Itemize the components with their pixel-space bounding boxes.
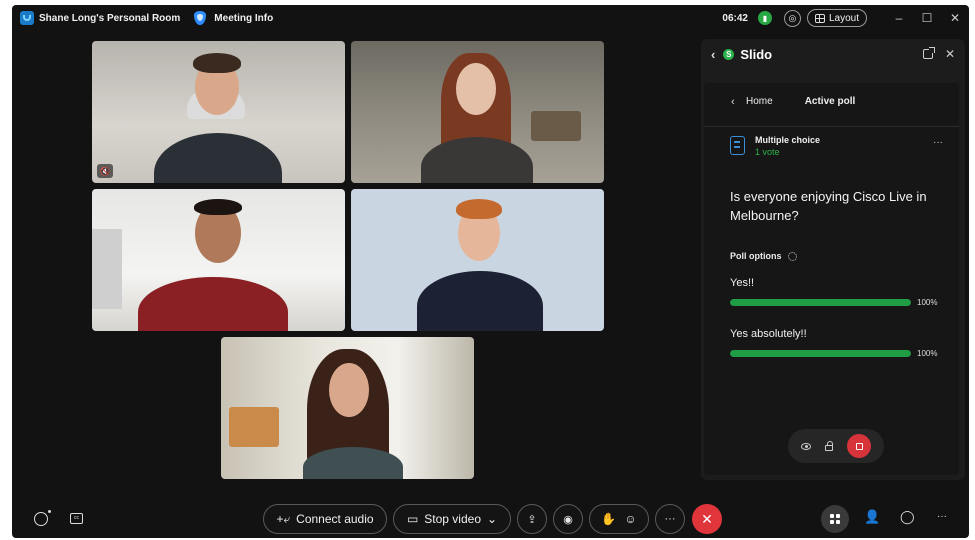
participant-body	[417, 271, 543, 331]
slido-title: Slido	[740, 46, 773, 62]
stop-video-button[interactable]: ▭ Stop video ⌄	[393, 504, 511, 534]
participant-body	[303, 447, 403, 479]
video-tile-4[interactable]	[351, 189, 604, 331]
chat-icon[interactable]: ◯	[900, 509, 915, 525]
connect-audio-button[interactable]: +⤶ Connect audio	[263, 504, 387, 534]
poll-options-label: Poll options	[730, 251, 782, 261]
video-tile-2[interactable]	[351, 41, 604, 183]
participant-hair	[456, 199, 502, 219]
muted-icon: 🔇	[97, 164, 113, 178]
poll-option-fill	[730, 350, 911, 357]
minimize-icon[interactable]: –	[885, 11, 913, 25]
layout-grid-icon	[814, 13, 825, 23]
meeting-info-link[interactable]: Meeting Info	[214, 13, 273, 24]
video-tile-5[interactable]	[221, 337, 474, 479]
poll-option-label: Yes!!	[730, 277, 755, 289]
meeting-time: 06:42	[722, 12, 748, 24]
emoji-reactions-icon[interactable]: ☺	[624, 512, 636, 526]
breadcrumb-home[interactable]: Home	[746, 96, 773, 107]
slido-content: ‹ Home Active poll Multiple choice 1 vot…	[704, 83, 959, 475]
multiple-choice-icon	[730, 136, 745, 155]
poll-option-bar	[730, 350, 911, 357]
poll-option-label: Yes absolutely!!	[730, 328, 807, 340]
eye-icon[interactable]	[801, 442, 811, 450]
participant-body	[138, 277, 288, 331]
poll-type: Multiple choice	[755, 135, 821, 145]
audio-icon[interactable]: ◎	[783, 9, 801, 27]
poll-more-options-icon[interactable]: ···	[933, 137, 943, 148]
breadcrumb: ‹ Home Active poll	[704, 83, 959, 120]
title-bar: Shane Long's Personal Room Meeting Info …	[12, 5, 969, 31]
participant-body	[154, 133, 282, 183]
participant-head	[456, 63, 496, 115]
breadcrumb-active-poll: Active poll	[804, 96, 856, 107]
background-chairs	[229, 407, 279, 447]
shield-icon[interactable]	[194, 11, 207, 25]
settings-gear-icon[interactable]	[787, 251, 797, 261]
layout-label: Layout	[828, 12, 859, 24]
maximize-icon[interactable]: ☐	[913, 11, 941, 25]
vote-count: 1 vote	[755, 147, 780, 157]
video-tile-3[interactable]	[92, 189, 345, 331]
share-screen-icon[interactable]: ⇪	[517, 504, 547, 534]
layout-button[interactable]: Layout	[806, 9, 867, 27]
title-bar-right: 06:42 ▮ ◎ Layout – ☐ ✕	[722, 5, 969, 31]
stop-video-label: Stop video	[424, 512, 481, 526]
signal-icon[interactable]: ▮	[757, 11, 772, 25]
close-icon[interactable]: ✕	[941, 11, 969, 25]
poll-option-1: Yes!! 100%	[730, 277, 950, 307]
participant-hair	[194, 199, 242, 215]
poll-controls	[788, 429, 884, 463]
connect-audio-label: Connect audio	[296, 512, 374, 526]
reactions-group: ✋ ☺	[589, 504, 649, 534]
poll-option-fill	[730, 299, 911, 306]
apps-grid-icon	[830, 514, 840, 524]
poll-question: Is everyone enjoying Cisco Live in Melbo…	[730, 189, 927, 223]
connect-audio-icon: +⤶	[276, 511, 291, 526]
poll-option-percent: 100%	[917, 349, 938, 358]
more-options-button[interactable]: ···	[655, 504, 685, 534]
poll-options-header: Poll options	[730, 251, 797, 261]
apps-button[interactable]	[821, 505, 849, 533]
raise-hand-icon[interactable]: ✋	[601, 512, 616, 526]
participant-body	[421, 137, 533, 183]
closed-captions-icon[interactable]: cc	[70, 513, 83, 524]
chevron-left-icon[interactable]: ‹	[731, 96, 735, 108]
slido-header-actions: ✕	[922, 39, 955, 69]
slido-panel: ‹ S Slido ✕ ‹ Home Active poll Multiple …	[701, 39, 965, 480]
background-effects-icon[interactable]	[34, 510, 51, 526]
meeting-controls: cc +⤶ Connect audio ▭ Stop video ⌄ ⇪ ◉ ✋…	[12, 500, 969, 538]
webex-meeting-window: Shane Long's Personal Room Meeting Info …	[12, 5, 969, 538]
close-panel-icon[interactable]: ✕	[945, 47, 955, 61]
divider	[704, 126, 959, 127]
poll-option-2: Yes absolutely!! 100%	[730, 328, 950, 358]
participant-head	[329, 363, 369, 417]
poll-option-bar	[730, 299, 911, 306]
slido-header: ‹ S Slido ✕	[701, 39, 965, 69]
pop-out-icon[interactable]	[922, 47, 935, 59]
more-panels-icon[interactable]: ···	[937, 511, 947, 522]
back-chevron-icon[interactable]: ‹	[711, 47, 715, 62]
video-tile-1[interactable]: 🔇	[92, 41, 345, 183]
stop-poll-button[interactable]	[847, 434, 871, 458]
record-icon[interactable]: ◉	[553, 504, 583, 534]
poll-type-header: Multiple choice 1 vote	[730, 135, 820, 157]
webex-logo-icon	[20, 11, 34, 25]
background-window	[92, 229, 122, 309]
room-name: Shane Long's Personal Room	[39, 12, 181, 24]
end-call-button[interactable]: ✕	[692, 504, 722, 534]
slido-logo-icon: S	[723, 48, 735, 60]
background-furniture	[531, 111, 581, 141]
video-camera-icon: ▭	[406, 512, 419, 526]
chevron-down-icon[interactable]: ⌄	[487, 512, 497, 526]
participant-hair	[193, 53, 241, 73]
poll-option-percent: 100%	[917, 298, 938, 307]
lock-icon[interactable]	[825, 440, 833, 451]
participants-icon[interactable]: 👤	[864, 509, 880, 525]
